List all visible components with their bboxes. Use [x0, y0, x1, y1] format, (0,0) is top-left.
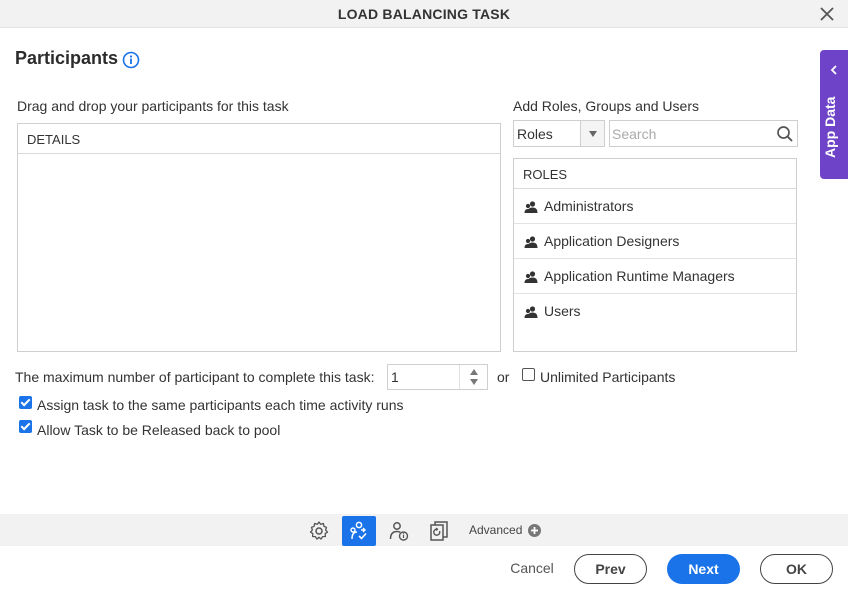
- participant-type-value: Roles: [517, 126, 553, 142]
- details-header: DETAILS: [18, 124, 500, 154]
- gear-icon[interactable]: [302, 516, 336, 546]
- release-to-pool-checkbox[interactable]: [19, 420, 32, 433]
- increment-icon[interactable]: [470, 369, 478, 375]
- same-participants-checkbox[interactable]: [19, 396, 32, 409]
- max-participants-stepper[interactable]: [387, 364, 488, 390]
- unlimited-participants-checkbox[interactable]: [522, 368, 535, 381]
- app-data-label: App Data: [822, 96, 838, 158]
- ok-button[interactable]: OK: [760, 554, 833, 584]
- same-participants-label: Assign task to the same participants eac…: [37, 397, 404, 413]
- list-item[interactable]: Application Designers: [514, 224, 796, 259]
- search-field[interactable]: [609, 120, 798, 147]
- app-data-tab[interactable]: App Data: [820, 50, 848, 179]
- role-label: Application Designers: [544, 233, 680, 249]
- close-icon[interactable]: [818, 5, 836, 23]
- decrement-icon[interactable]: [470, 379, 478, 385]
- info-icon[interactable]: [122, 51, 140, 69]
- task-document-icon[interactable]: [422, 516, 456, 546]
- role-icon: [524, 270, 538, 284]
- add-roles-label: Add Roles, Groups and Users: [513, 98, 699, 114]
- page-title: Participants: [15, 48, 119, 68]
- max-participants-input[interactable]: [391, 369, 457, 385]
- role-icon: [524, 200, 538, 214]
- unlimited-participants-label: Unlimited Participants: [540, 369, 676, 385]
- role-icon: [524, 305, 538, 319]
- roles-list-header: ROLES: [514, 159, 796, 189]
- role-label: Application Runtime Managers: [544, 268, 735, 284]
- prev-button[interactable]: Prev: [574, 554, 647, 584]
- list-item[interactable]: Application Runtime Managers: [514, 259, 796, 294]
- dialog-title: LOAD BALANCING TASK: [337, 6, 511, 22]
- chevron-left-icon: [829, 62, 839, 75]
- next-button[interactable]: Next: [667, 554, 740, 584]
- roles-list: ROLES Administrators Application Designe…: [513, 158, 797, 352]
- max-participants-label: The maximum number of participant to com…: [15, 369, 375, 385]
- participant-type-select[interactable]: Roles: [513, 120, 605, 147]
- participants-drop-zone[interactable]: DETAILS: [17, 123, 501, 352]
- dialog-titlebar: LOAD BALANCING TASK: [0, 0, 848, 28]
- search-input[interactable]: [612, 125, 772, 143]
- stepper-buttons: [459, 365, 487, 389]
- advanced-link[interactable]: Advanced: [469, 523, 522, 537]
- bottom-toolbar: Advanced: [0, 514, 848, 546]
- list-item[interactable]: Users: [514, 294, 796, 329]
- plus-circle-icon[interactable]: [528, 524, 541, 537]
- participants-icon[interactable]: [342, 516, 376, 546]
- list-item[interactable]: Administrators: [514, 189, 796, 224]
- role-label: Administrators: [544, 198, 634, 214]
- cancel-button[interactable]: Cancel: [504, 554, 560, 584]
- participants-drop-label: Drag and drop your participants for this…: [17, 98, 289, 114]
- role-label: Users: [544, 303, 581, 319]
- chevron-down-icon[interactable]: [580, 121, 604, 146]
- user-info-icon[interactable]: [382, 516, 416, 546]
- or-text: or: [497, 369, 510, 385]
- role-icon: [524, 235, 538, 249]
- search-icon[interactable]: [775, 124, 795, 144]
- release-to-pool-label: Allow Task to be Released back to pool: [37, 422, 281, 438]
